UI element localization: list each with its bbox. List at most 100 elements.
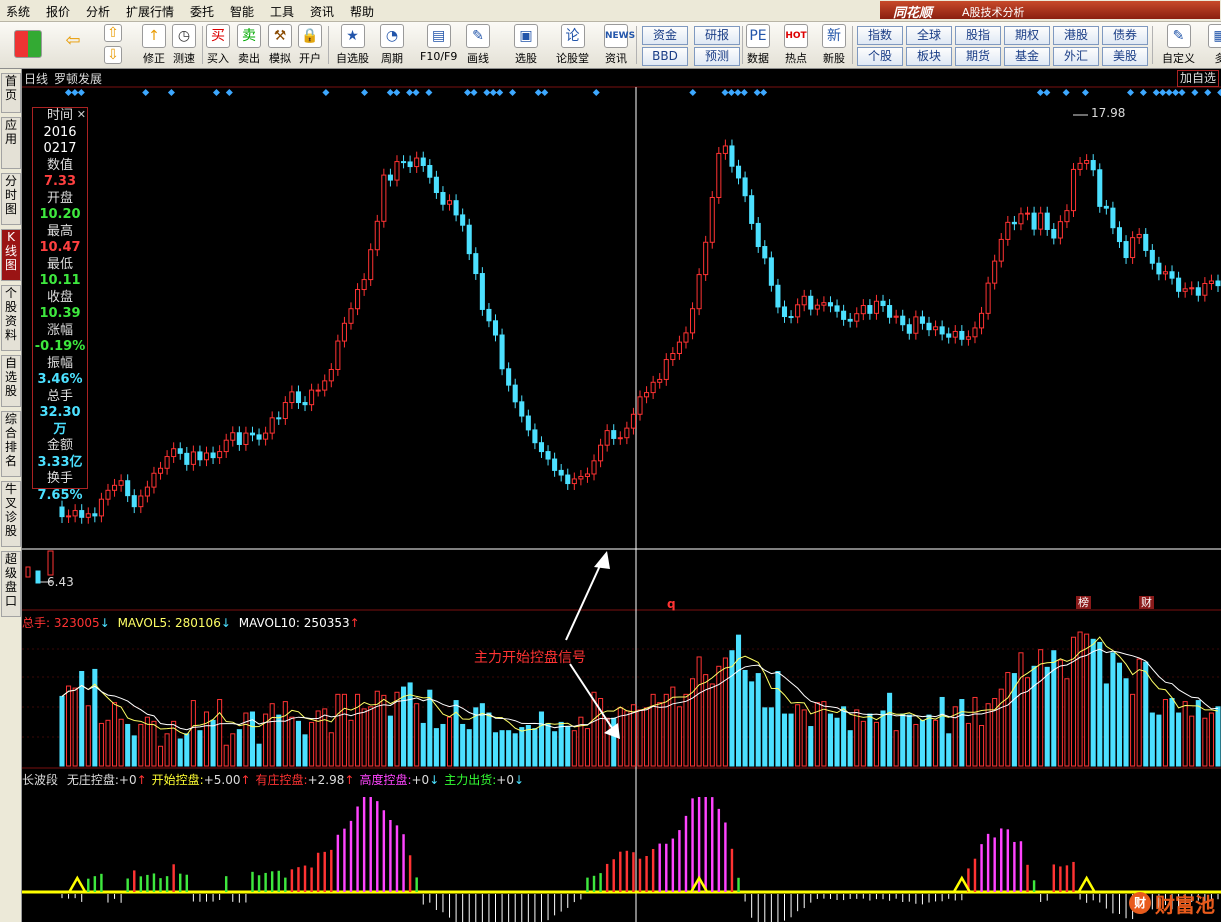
toolbar-button-5[interactable]: 🔒 开户 (298, 24, 322, 66)
volume-bar (834, 717, 840, 767)
toolbar-button-13[interactable]: PE 数据 (746, 24, 770, 66)
down-button[interactable]: ⇩ (104, 46, 122, 64)
market-button[interactable]: 期货 (955, 47, 1001, 66)
toolbar-button-6[interactable]: ★ 自选股 (336, 24, 369, 66)
toolbar-button-8[interactable]: ▤ F10/F9 (420, 24, 457, 63)
toolbar-button-17[interactable]: ▦ 多 (1208, 24, 1221, 66)
volume-bar (663, 693, 669, 767)
toolbar-button-4[interactable]: ⚒ 模拟 (268, 24, 292, 66)
up-button[interactable]: ⇧ (104, 24, 122, 42)
quick-button[interactable]: 研报 (694, 26, 740, 45)
tab-stock-profile[interactable]: 个股资料 (1, 285, 21, 351)
market-button[interactable]: 债券 (1102, 26, 1148, 45)
toolbar-button-7[interactable]: ◔ 周期 (380, 24, 404, 66)
menu-extended-market[interactable]: 扩展行情 (126, 3, 174, 20)
volume-bar (203, 711, 210, 767)
volume-bar (545, 722, 551, 767)
close-icon[interactable]: ✕ (77, 107, 86, 124)
candle-body (361, 279, 367, 291)
candle-body (1024, 212, 1031, 215)
quick-button[interactable]: 预测 (694, 47, 740, 66)
toolbar-icon: 论 (560, 24, 585, 48)
market-button[interactable]: 基金 (1004, 47, 1050, 66)
back-button[interactable]: ⇦ (62, 30, 84, 52)
candle-body (893, 315, 899, 318)
candle-body (243, 432, 249, 445)
indicator-item-label: 高度控盘: (359, 773, 412, 787)
menu-smart[interactable]: 智能 (230, 3, 254, 20)
volume-bar (105, 719, 111, 767)
toolbar-label: 热点 (785, 52, 807, 65)
volume-bar (151, 720, 157, 767)
add-favorite-button[interactable]: 加自选 (1176, 70, 1219, 87)
toolbar-button-15[interactable]: 新新股 (822, 24, 846, 66)
candle-body (663, 359, 669, 380)
tab-super-panel[interactable]: 超级盘口 (1, 551, 21, 617)
candle-body (125, 480, 131, 497)
market-button[interactable]: 板块 (906, 47, 952, 66)
amplitude-label: 振幅 (46, 355, 73, 371)
toolbar-button-12[interactable]: NEWS 资讯 (604, 24, 635, 66)
volume-bar (460, 723, 466, 767)
candle-body (499, 334, 505, 370)
toolbar-button-1[interactable]: ◷ 测速 (172, 24, 196, 66)
quick-button[interactable]: BBD (642, 47, 688, 66)
tab-ranking[interactable]: 综合排名 (1, 411, 21, 477)
menu-order[interactable]: 委托 (190, 3, 214, 20)
candle-body (302, 402, 308, 406)
candle-body (249, 432, 256, 436)
market-button[interactable]: 美股 (1102, 47, 1148, 66)
market-button[interactable]: 全球 (906, 26, 952, 45)
menu-analysis[interactable]: 分析 (86, 3, 110, 20)
candle-body (79, 510, 85, 518)
menu-tools[interactable]: 工具 (270, 3, 294, 20)
toolbar-label: 周期 (381, 52, 403, 65)
event-q-tag[interactable]: q (667, 597, 676, 611)
tab-home[interactable]: 首页 (1, 73, 21, 113)
volume-bar (1169, 698, 1175, 767)
candle-body (1116, 227, 1123, 243)
tab-intraday[interactable]: 分时图 (1, 173, 21, 225)
toolbar-button-11[interactable]: 论论股堂 (556, 24, 589, 66)
toolbar-button-3[interactable]: 卖卖出 (237, 24, 261, 66)
candle-body (164, 456, 170, 469)
tab-kline[interactable]: K线图 (1, 229, 21, 281)
tab-watchlist[interactable]: 自选股 (1, 355, 21, 407)
finance-tag[interactable]: 财 (1139, 596, 1154, 609)
volume-bar (295, 720, 301, 767)
menu-news[interactable]: 资讯 (310, 3, 334, 20)
volume-bar (328, 732, 334, 767)
toolbar-button-10[interactable]: ▣ 选股 (514, 24, 538, 66)
volume-bar (335, 693, 341, 767)
tab-apps[interactable]: 应用 (1, 117, 21, 169)
menu-quote[interactable]: 报价 (46, 3, 70, 20)
candle-body (315, 389, 321, 392)
toolbar-button-9[interactable]: ✎ 画线 (466, 24, 490, 66)
period-label[interactable]: 日线 (24, 70, 48, 87)
low-value: 10.11 (39, 273, 81, 288)
toolbar-button-16[interactable]: ✎ 自定义 (1162, 24, 1195, 66)
market-button[interactable]: 个股 (857, 47, 903, 66)
kline-chart[interactable] (22, 69, 1221, 922)
indicator-name[interactable]: 长波段 (22, 773, 58, 787)
toolbar-button-14[interactable]: HOT 热点 (784, 24, 808, 66)
market-button[interactable]: 期权 (1004, 26, 1050, 45)
candle-body (289, 391, 295, 404)
layout-button[interactable] (14, 30, 42, 61)
market-button[interactable]: 指数 (857, 26, 903, 45)
toolbar-button-0[interactable]: ↑ 修正 (142, 24, 166, 66)
market-button[interactable]: 外汇 (1053, 47, 1099, 66)
tab-diagnosis[interactable]: 牛叉诊股 (1, 481, 21, 547)
volume-bar (552, 731, 558, 767)
menu-system[interactable]: 系统 (6, 3, 30, 20)
ranking-tag[interactable]: 榜 (1076, 596, 1091, 609)
quick-button[interactable]: 资金 (642, 26, 688, 45)
toolbar-button-2[interactable]: 买买入 (206, 24, 230, 66)
toolbar-label: 测速 (173, 52, 195, 65)
menu-help[interactable]: 帮助 (350, 3, 374, 20)
market-button[interactable]: 港股 (1053, 26, 1099, 45)
signal-diamond (1178, 89, 1186, 96)
market-button[interactable]: 股指 (955, 26, 1001, 45)
candle-body (703, 241, 709, 276)
volume-bar (138, 723, 144, 767)
